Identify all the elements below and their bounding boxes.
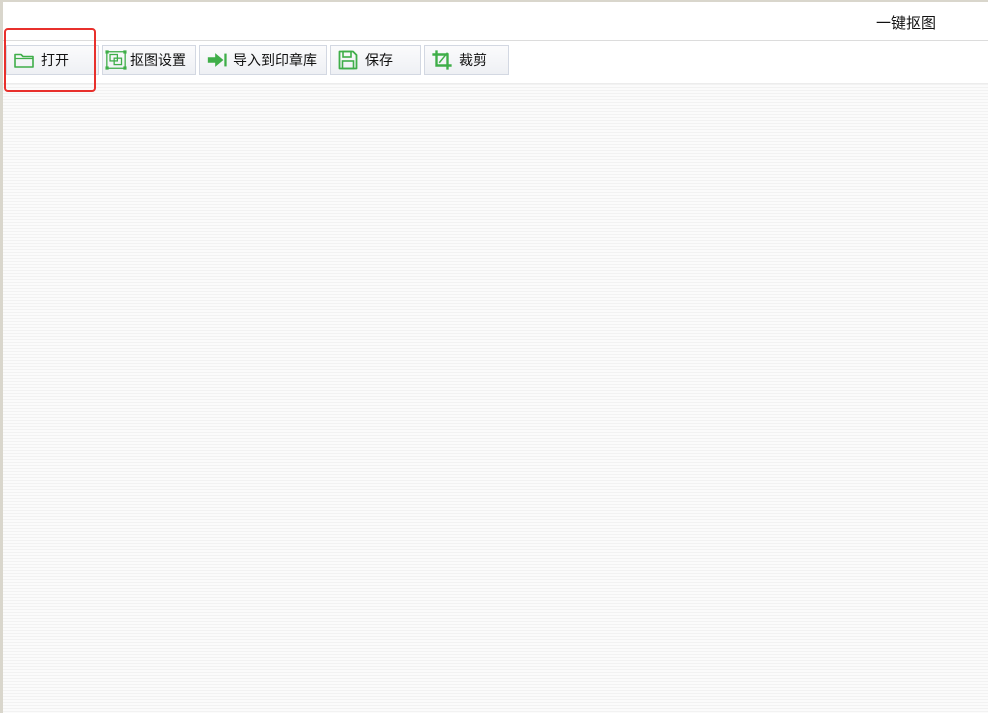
open-button-label: 打开 bbox=[41, 53, 69, 69]
folder-icon bbox=[13, 49, 35, 71]
app-window: 一键抠图 打开 抠图设置 导入到印章库 保存 裁剪 bbox=[0, 0, 988, 713]
cutout-settings-label: 抠图设置 bbox=[130, 53, 186, 69]
title-bar: 一键抠图 bbox=[3, 2, 988, 41]
import-arrow-icon bbox=[206, 49, 228, 71]
window-title: 一键抠图 bbox=[875, 14, 936, 32]
save-button-label: 保存 bbox=[365, 53, 393, 69]
floppy-disk-icon bbox=[337, 49, 359, 71]
import-to-seal-library-button[interactable]: 导入到印章库 bbox=[199, 45, 327, 75]
image-canvas[interactable] bbox=[3, 84, 988, 713]
open-button[interactable]: 打开 bbox=[6, 45, 99, 75]
crop-button[interactable]: 裁剪 bbox=[424, 45, 509, 75]
crop-icon bbox=[431, 49, 453, 71]
save-button[interactable]: 保存 bbox=[330, 45, 421, 75]
cutout-frame-icon bbox=[105, 49, 127, 71]
toolbar: 打开 抠图设置 导入到印章库 保存 裁剪 bbox=[3, 41, 988, 84]
crop-button-label: 裁剪 bbox=[459, 53, 487, 69]
cutout-settings-button[interactable]: 抠图设置 bbox=[102, 45, 196, 75]
import-to-seal-library-label: 导入到印章库 bbox=[233, 53, 317, 69]
